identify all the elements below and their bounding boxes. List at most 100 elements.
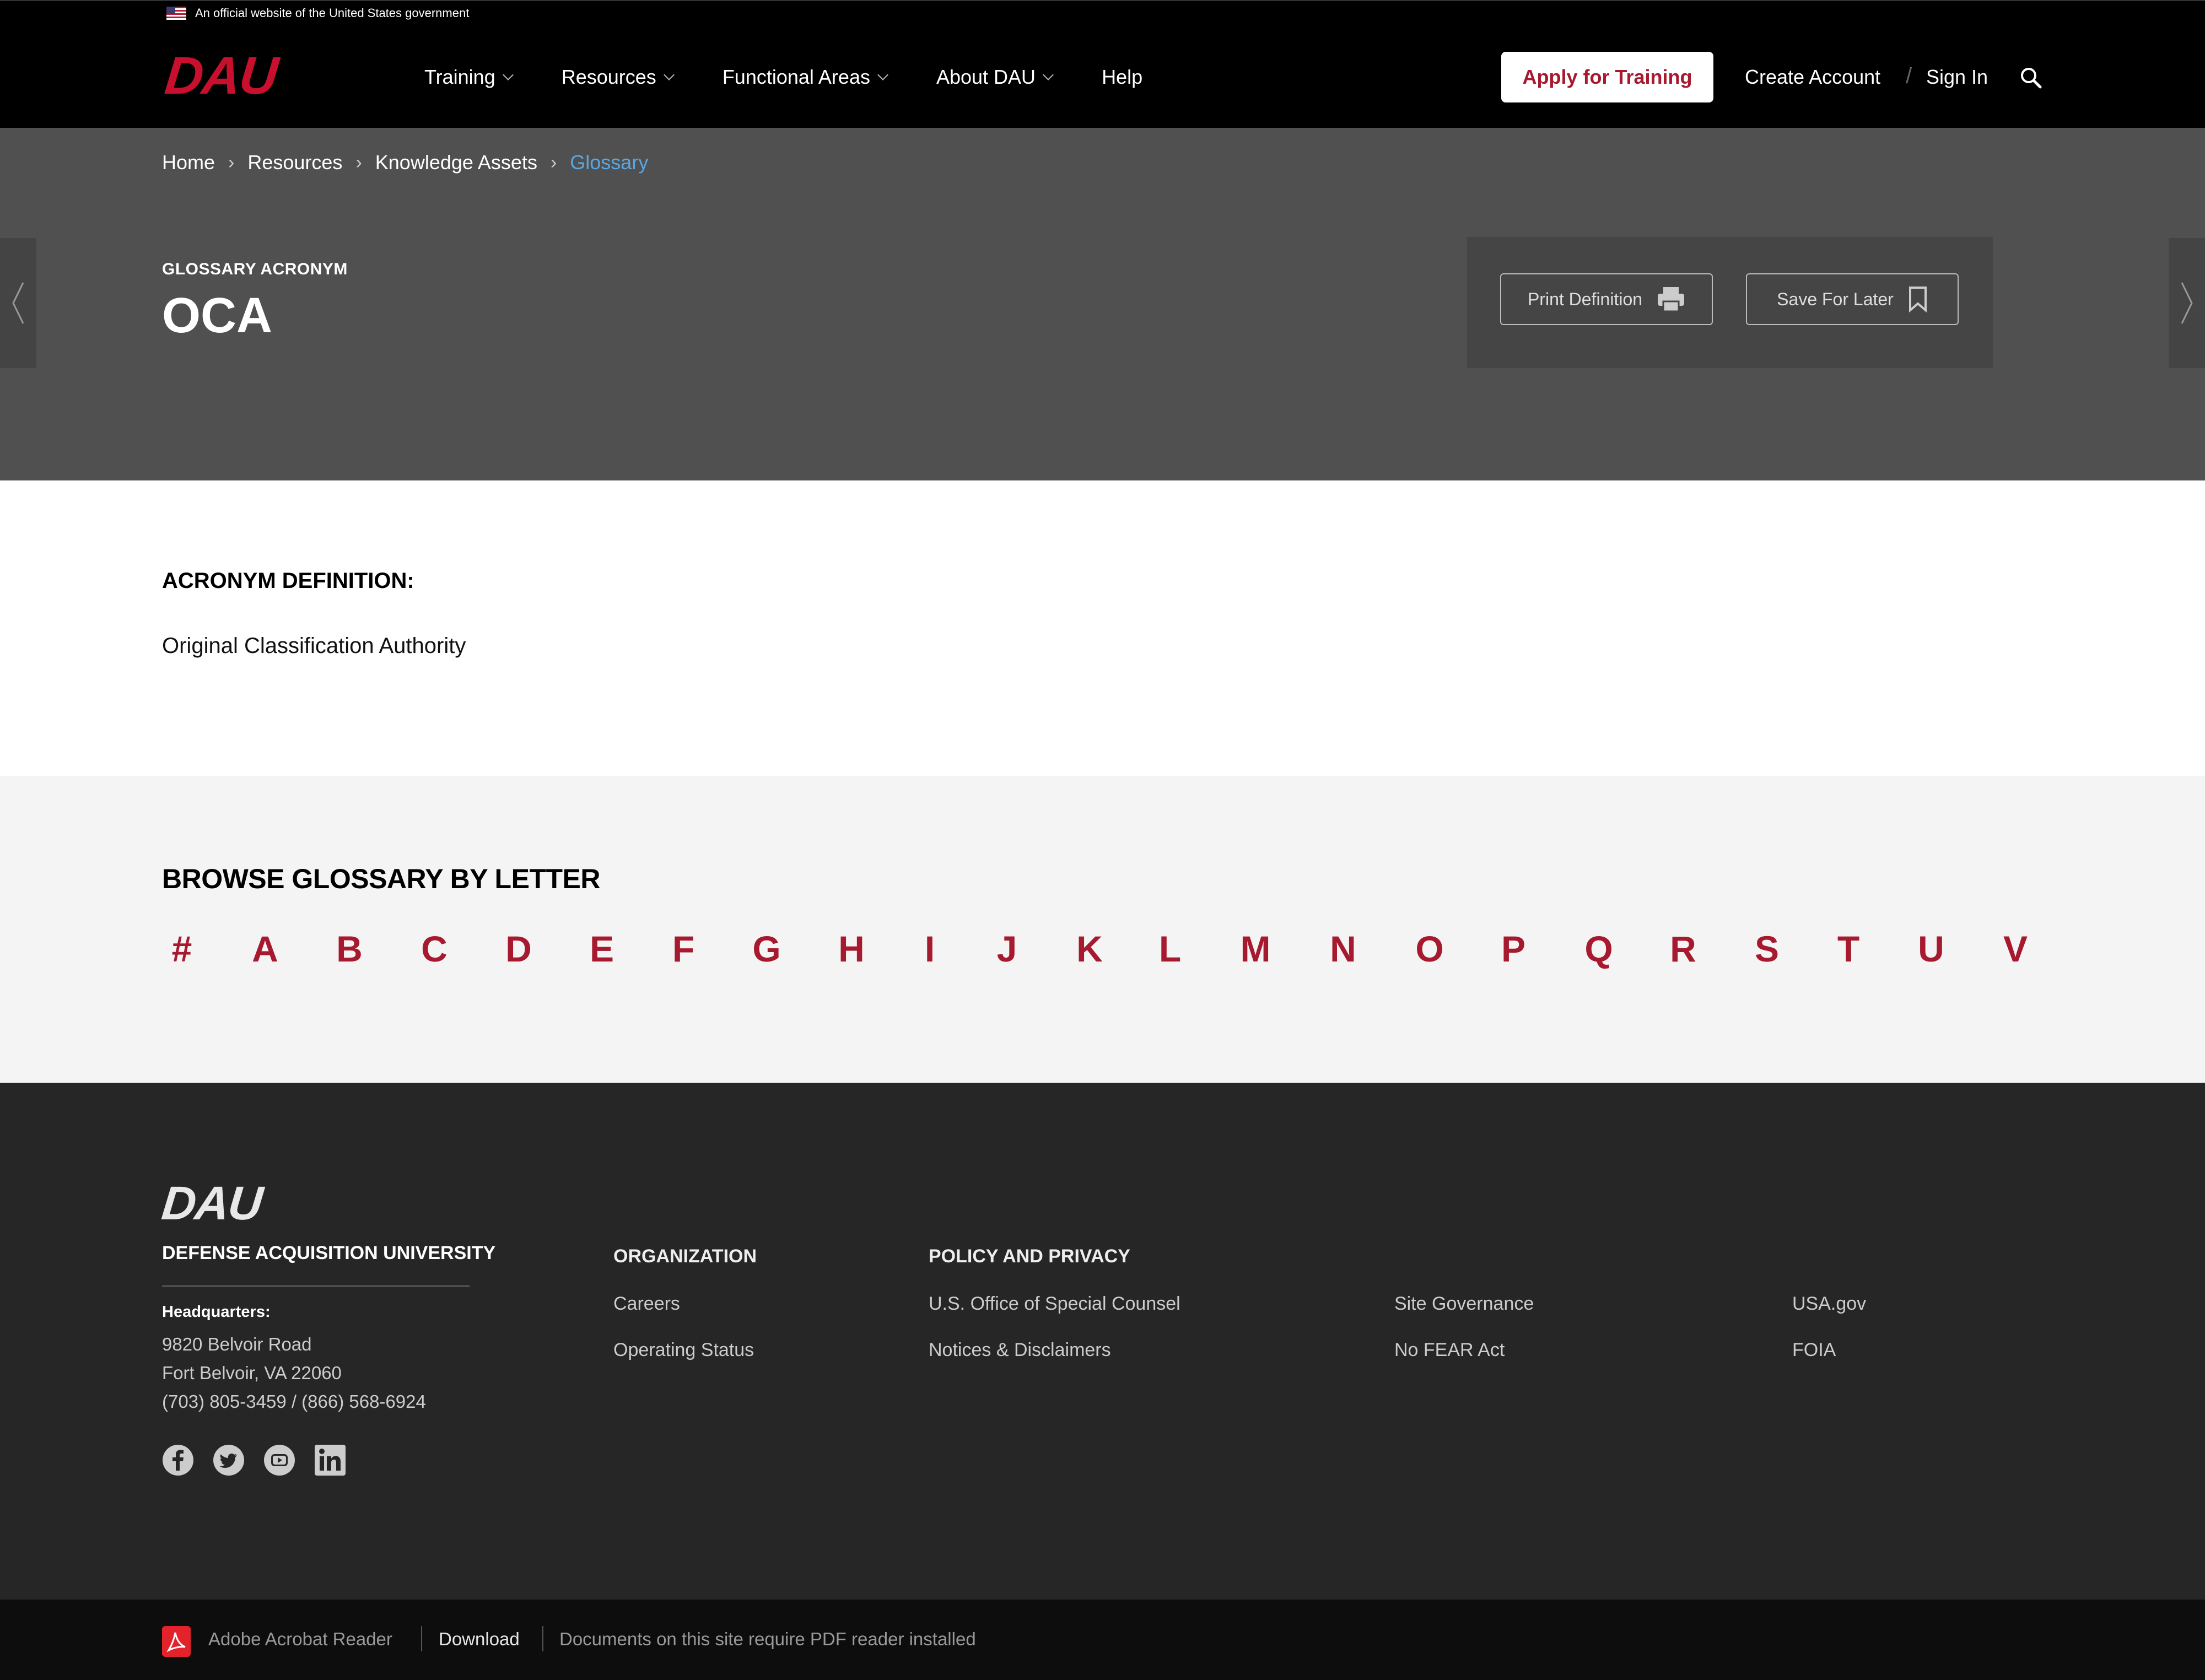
nav-resources[interactable]: Resources bbox=[561, 66, 675, 89]
us-flag-icon bbox=[166, 7, 186, 20]
letter-link[interactable]: S bbox=[1755, 928, 1779, 970]
letter-link[interactable]: Q bbox=[1584, 928, 1613, 970]
letter-link[interactable]: N bbox=[1330, 928, 1356, 970]
sign-in-link[interactable]: Sign In bbox=[1926, 65, 1988, 89]
letter-link[interactable]: C bbox=[421, 928, 448, 970]
letter-link[interactable]: I bbox=[925, 928, 935, 970]
letter-link[interactable]: U bbox=[1918, 928, 1944, 970]
account-separator: / bbox=[1906, 64, 1912, 88]
letter-link[interactable]: B bbox=[336, 928, 363, 970]
site-footer: DAU DEFENSE ACQUISITION UNIVERSITY Headq… bbox=[0, 1083, 2205, 1600]
definition-text: Original Classification Authority bbox=[162, 634, 466, 658]
print-definition-button[interactable]: Print Definition bbox=[1500, 273, 1713, 325]
footer-dau-logo[interactable]: DAU bbox=[159, 1176, 265, 1231]
search-icon[interactable] bbox=[2019, 66, 2042, 89]
letter-link[interactable]: T bbox=[1837, 928, 1859, 970]
definition-heading: ACRONYM DEFINITION: bbox=[162, 569, 414, 593]
actions-box: Print Definition Save For Later bbox=[1467, 237, 1993, 368]
create-account-link[interactable]: Create Account bbox=[1745, 65, 1880, 89]
gov-banner: An official website of the United States… bbox=[0, 0, 2205, 26]
breadcrumb-knowledge-assets[interactable]: Knowledge Assets bbox=[375, 151, 537, 174]
operating-status-link[interactable]: Operating Status bbox=[613, 1339, 754, 1361]
letter-link[interactable]: # bbox=[172, 928, 192, 970]
chevron-down-icon bbox=[502, 69, 514, 80]
letter-list: # A B C D E F G H I J K L M N O P Q R S … bbox=[162, 928, 2036, 983]
letter-link[interactable]: G bbox=[752, 928, 780, 970]
hero-section: Home › Resources › Knowledge Assets › Gl… bbox=[0, 128, 2205, 480]
osc-link[interactable]: U.S. Office of Special Counsel bbox=[929, 1293, 1180, 1315]
chevron-down-icon bbox=[877, 69, 888, 80]
save-for-later-button[interactable]: Save For Later bbox=[1746, 273, 1959, 325]
browse-glossary-section: BROWSE GLOSSARY BY LETTER # A B C D E F … bbox=[0, 776, 2205, 1083]
site-header: DAU Training Resources Functional Areas … bbox=[0, 26, 2205, 128]
breadcrumb: Home › Resources › Knowledge Assets › Gl… bbox=[162, 151, 648, 174]
social-links bbox=[162, 1444, 365, 1476]
download-link[interactable]: Download bbox=[439, 1627, 520, 1651]
letter-link[interactable]: P bbox=[1501, 928, 1525, 970]
letter-link[interactable]: V bbox=[2003, 928, 2028, 970]
nav-label: Resources bbox=[561, 66, 656, 88]
organization-heading: ORGANIZATION bbox=[613, 1246, 757, 1267]
usa-gov-link[interactable]: USA.gov bbox=[1792, 1293, 1866, 1315]
chevron-right-icon bbox=[2181, 282, 2193, 324]
main-nav: Training Resources Functional Areas Abou… bbox=[424, 26, 1192, 128]
definition-section: ACRONYM DEFINITION: Original Classificat… bbox=[0, 480, 2205, 776]
letter-link[interactable]: J bbox=[997, 928, 1017, 970]
glossary-acronym-label: GLOSSARY ACRONYM bbox=[162, 260, 348, 278]
pdf-reader-bar: Adobe Acrobat Reader Download Documents … bbox=[0, 1600, 2205, 1680]
facebook-icon[interactable] bbox=[162, 1444, 194, 1476]
pdf-requirement-note: Documents on this site require PDF reade… bbox=[559, 1629, 976, 1649]
print-definition-label: Print Definition bbox=[1527, 289, 1643, 309]
letter-link[interactable]: E bbox=[590, 928, 614, 970]
apply-for-training-button[interactable]: Apply for Training bbox=[1501, 52, 1713, 102]
next-term-button[interactable] bbox=[2169, 238, 2205, 368]
nav-help[interactable]: Help bbox=[1102, 66, 1142, 89]
printer-icon bbox=[1658, 287, 1685, 312]
chevron-left-icon bbox=[12, 282, 24, 324]
chevron-right-icon: › bbox=[355, 152, 362, 173]
letter-link[interactable]: H bbox=[838, 928, 865, 970]
breadcrumb-home[interactable]: Home bbox=[162, 151, 215, 174]
notices-disclaimers-link[interactable]: Notices & Disclaimers bbox=[929, 1339, 1111, 1361]
nav-training[interactable]: Training bbox=[424, 66, 514, 89]
letter-link[interactable]: O bbox=[1415, 928, 1443, 970]
letter-link[interactable]: F bbox=[672, 928, 694, 970]
chevron-down-icon bbox=[1043, 69, 1054, 80]
divider bbox=[162, 1285, 470, 1287]
previous-term-button[interactable] bbox=[0, 238, 36, 368]
gov-banner-text: An official website of the United States… bbox=[195, 6, 470, 20]
chevron-right-icon: › bbox=[228, 152, 235, 173]
letter-link[interactable]: K bbox=[1076, 928, 1103, 970]
divider bbox=[421, 1626, 422, 1651]
linkedin-icon[interactable] bbox=[314, 1444, 346, 1476]
headquarters-label: Headquarters: bbox=[162, 1303, 271, 1321]
bookmark-icon bbox=[1909, 287, 1927, 312]
dau-logo[interactable]: DAU bbox=[162, 46, 279, 105]
no-fear-act-link[interactable]: No FEAR Act bbox=[1394, 1339, 1505, 1361]
letter-link[interactable]: L bbox=[1159, 928, 1181, 970]
twitter-icon[interactable] bbox=[213, 1444, 245, 1476]
foia-link[interactable]: FOIA bbox=[1792, 1339, 1836, 1361]
breadcrumb-glossary[interactable]: Glossary bbox=[570, 151, 648, 174]
browse-heading: BROWSE GLOSSARY BY LETTER bbox=[162, 863, 601, 894]
university-name: DEFENSE ACQUISITION UNIVERSITY bbox=[162, 1243, 496, 1263]
policy-privacy-heading: POLICY AND PRIVACY bbox=[929, 1246, 1130, 1267]
pdf-icon bbox=[162, 1626, 191, 1657]
address-line: 9820 Belvoir Road bbox=[162, 1334, 312, 1354]
nav-label: Functional Areas bbox=[722, 66, 870, 88]
youtube-icon[interactable] bbox=[263, 1444, 295, 1476]
divider bbox=[542, 1626, 543, 1651]
acrobat-reader-label: Adobe Acrobat Reader bbox=[208, 1629, 392, 1649]
letter-link[interactable]: A bbox=[252, 928, 278, 970]
letter-link[interactable]: D bbox=[505, 928, 532, 970]
phone-numbers: (703) 805-3459 / (866) 568-6924 bbox=[162, 1391, 426, 1412]
letter-link[interactable]: M bbox=[1241, 928, 1271, 970]
letter-link[interactable]: R bbox=[1670, 928, 1696, 970]
nav-functional-areas[interactable]: Functional Areas bbox=[722, 66, 888, 89]
careers-link[interactable]: Careers bbox=[613, 1293, 680, 1315]
nav-about-dau[interactable]: About DAU bbox=[936, 66, 1054, 89]
nav-label: Help bbox=[1102, 66, 1143, 88]
address-line: Fort Belvoir, VA 22060 bbox=[162, 1363, 342, 1383]
site-governance-link[interactable]: Site Governance bbox=[1394, 1293, 1534, 1315]
breadcrumb-resources[interactable]: Resources bbox=[247, 151, 342, 174]
